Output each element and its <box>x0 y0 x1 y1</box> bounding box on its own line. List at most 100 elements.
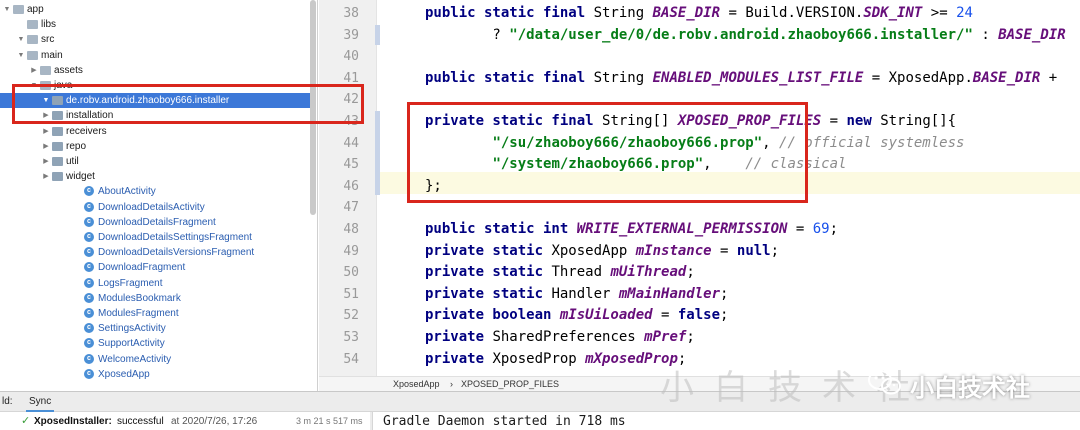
tree-class-item[interactable]: c SupportActivity <box>0 336 310 351</box>
line-number: 48 <box>343 222 359 237</box>
build-console[interactable]: Gradle Daemon started in 718 ms <box>372 412 1080 430</box>
code-token: ; <box>720 307 729 324</box>
tree-class-item[interactable]: c SettingsActivity <box>0 321 310 336</box>
tree-folder-item[interactable]: ▶ util <box>0 154 310 169</box>
breadcrumb-class[interactable]: XposedApp <box>393 377 440 391</box>
tree-class-item[interactable]: c ModulesFragment <box>0 306 310 321</box>
code-token: public static int <box>425 221 577 237</box>
tree-item-label: receivers <box>66 125 107 137</box>
package-icon <box>52 126 63 136</box>
project-tree[interactable]: ▼ app libs ▼ src ▼ main ▶ assets ▼ java ▼ de.robv.an… <box>0 0 318 391</box>
code-line[interactable]: private static Thread mUiThread; <box>425 262 695 284</box>
tree-folder-item[interactable]: ▶ assets <box>0 63 310 78</box>
code-token: ; <box>686 329 695 345</box>
code-token: XposedApp <box>551 242 636 259</box>
line-number: 44 <box>343 135 359 151</box>
tab-sync[interactable]: Sync <box>26 392 55 412</box>
folder-icon <box>27 35 38 45</box>
tree-class-item[interactable]: c LogsFragment <box>0 276 310 291</box>
tree-class-item[interactable]: c DownloadDetailsVersionsFragment <box>0 245 310 260</box>
annotation-box-code <box>407 102 808 203</box>
folder-icon <box>27 50 38 60</box>
breadcrumb-separator: › <box>450 379 453 389</box>
chevron-down-icon[interactable]: ▼ <box>17 48 25 63</box>
code-token: mPref <box>644 329 687 345</box>
code-token: = XposedApp. <box>863 69 973 86</box>
code-line[interactable]: public static int WRITE_EXTERNAL_PERMISS… <box>425 219 838 241</box>
build-tab-label[interactable]: ld: <box>2 392 13 412</box>
code-line[interactable]: private boolean mIsUiLoaded = false; <box>425 305 728 327</box>
code-token: SharedPreferences <box>492 329 645 345</box>
tree-item-label: main <box>41 49 63 61</box>
tree-class-item[interactable]: c WelcomeActivity <box>0 352 310 367</box>
build-duration: 3 m 21 s 517 ms <box>296 416 363 426</box>
code-line[interactable]: public static final String ENABLED_MODUL… <box>425 68 1057 90</box>
code-token: false <box>677 307 721 324</box>
code-token: 69 <box>812 221 830 237</box>
tree-folder-item[interactable]: ▶ receivers <box>0 124 310 139</box>
build-status-row[interactable]: ✓ XposedInstaller: successful at 2020/7/… <box>0 412 370 430</box>
tree-folder-item[interactable]: ▶ repo <box>0 139 310 154</box>
code-line[interactable]: private static XposedApp mInstance = nul… <box>425 241 779 263</box>
class-icon: c <box>84 262 94 273</box>
chevron-right-icon[interactable]: ▶ <box>42 139 50 154</box>
class-icon: c <box>84 338 94 349</box>
tree-class-item[interactable]: c ModulesBookmark <box>0 291 310 306</box>
code-token: 24 <box>956 5 973 21</box>
line-number: 50 <box>343 265 359 281</box>
class-icon: c <box>84 292 94 303</box>
tree-item-label: DownloadDetailsActivity <box>98 201 205 213</box>
code-token: : <box>972 26 999 43</box>
tree-item-label: ModulesFragment <box>98 308 179 319</box>
code-line[interactable]: private SharedPreferences mPref; <box>425 327 695 349</box>
watermark: 小白技术社 小白技术社 <box>610 354 1080 408</box>
code-line[interactable]: public static final String BASE_DIR = Bu… <box>425 3 973 25</box>
code-line[interactable]: private static Handler mMainHandler; <box>425 284 728 306</box>
tree-folder-item[interactable]: ▼ main <box>0 48 310 63</box>
tree-class-item[interactable]: c DownloadDetailsSettingsFragment <box>0 230 310 245</box>
code-token: mMainHandler <box>618 285 721 302</box>
code-token: Handler <box>551 285 619 302</box>
line-number: 52 <box>343 308 359 324</box>
chevron-right-icon[interactable]: ▶ <box>42 124 50 139</box>
tree-class-item[interactable]: c AboutActivity <box>0 184 310 199</box>
code-token: String <box>593 69 653 86</box>
tree-folder-item[interactable]: ▼ app <box>0 2 310 17</box>
tree-folder-item[interactable]: ▶ widget <box>0 169 310 184</box>
breadcrumb-field[interactable]: XPOSED_PROP_FILES <box>461 377 559 391</box>
build-status-time: at 2020/7/26, 17:26 <box>171 416 258 427</box>
tree-item-label: AboutActivity <box>98 186 156 198</box>
tree-class-item[interactable]: c DownloadDetailsFragment <box>0 215 310 230</box>
code-token: ; <box>829 221 839 237</box>
tree-item-label: app <box>27 4 44 15</box>
chevron-down-icon[interactable]: ▼ <box>17 32 25 47</box>
line-number: 40 <box>343 49 359 65</box>
line-number: 45 <box>343 157 359 173</box>
chevron-right-icon[interactable]: ▶ <box>42 169 50 184</box>
package-icon <box>52 141 63 151</box>
code-token: = <box>652 307 678 324</box>
tree-item-label: repo <box>66 140 87 152</box>
code-line[interactable]: ? "/data/user_de/0/de.robv.android.zhaob… <box>425 25 1065 47</box>
package-icon <box>52 172 63 182</box>
build-status-text: successful <box>117 416 164 427</box>
line-number: 47 <box>343 200 359 216</box>
folder-icon <box>13 5 24 14</box>
code-token: ENABLED_MODULES_LIST_FILE <box>652 69 864 86</box>
code-token: mInstance <box>635 242 712 259</box>
chevron-right-icon[interactable]: ▶ <box>30 63 38 78</box>
tree-folder-item[interactable]: ▼ src <box>0 32 310 47</box>
tree-class-item[interactable]: c DownloadDetailsActivity <box>0 200 310 215</box>
tree-folder-item[interactable]: libs <box>0 17 310 32</box>
change-marker <box>375 111 380 195</box>
tree-class-item[interactable]: c DownloadFragment <box>0 260 310 275</box>
code-token: private static <box>425 285 552 302</box>
code-token: ; <box>686 264 695 281</box>
tree-item-label: src <box>41 34 55 46</box>
class-icon: c <box>84 368 94 379</box>
tree-item-label: DownloadFragment <box>98 262 186 274</box>
tree-class-item[interactable]: c XposedApp <box>0 367 310 382</box>
chevron-down-icon[interactable]: ▼ <box>3 2 11 17</box>
class-icon: c <box>84 323 94 334</box>
chevron-right-icon[interactable]: ▶ <box>42 154 50 169</box>
